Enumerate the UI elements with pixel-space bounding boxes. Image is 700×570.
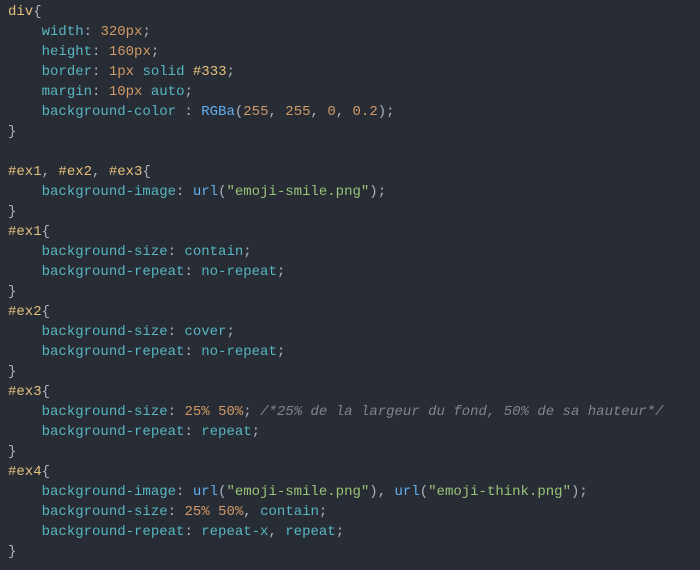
css-selector: #ex3 [109,164,143,180]
css-property: background-color [42,104,176,120]
css-selector: #ex2 [8,304,42,320]
css-property: background-size [42,324,168,340]
css-property: background-repeat [42,524,185,540]
css-property: margin [42,84,92,100]
css-property: background-size [42,244,168,260]
css-property: background-size [42,504,168,520]
css-code-block: div{ width: 320px; height: 160px; border… [0,0,700,570]
css-property: background-image [42,484,176,500]
css-property: background-size [42,404,168,420]
css-comment: /*25% de la largeur du fond, 50% de sa h… [260,404,663,420]
css-selector: #ex1 [8,164,42,180]
css-property: background-repeat [42,264,185,280]
css-selector: div [8,4,33,20]
css-selector: #ex4 [8,464,42,480]
css-property: width [42,24,84,40]
css-selector: #ex3 [8,384,42,400]
css-property: background-repeat [42,344,185,360]
css-property: height [42,44,92,60]
css-property: border [42,64,92,80]
css-property: background-repeat [42,424,185,440]
css-selector: #ex1 [8,224,42,240]
css-selector: #ex2 [58,164,92,180]
css-property: background-image [42,184,176,200]
